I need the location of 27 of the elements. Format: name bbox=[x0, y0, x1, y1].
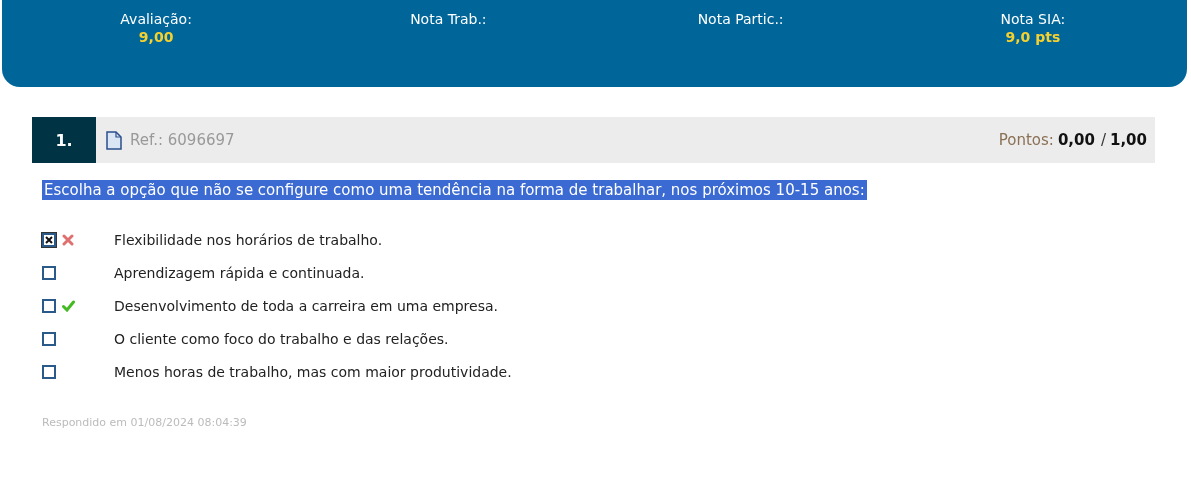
answer-checkbox[interactable] bbox=[42, 332, 56, 346]
question-text: Escolha a opção que não se configure como uma tendência na forma de trabalhar, nos próximos 10-15 anos: bbox=[42, 180, 867, 200]
answer-option: Flexibilidade nos horários de trabalho. bbox=[114, 232, 383, 248]
grade-value: 9,0 pts bbox=[1005, 28, 1061, 46]
answer-option: Menos horas de trabalho, mas com maior produtividade. bbox=[114, 364, 512, 380]
answer-checkbox[interactable] bbox=[42, 299, 56, 313]
answer-checkbox[interactable] bbox=[42, 233, 56, 247]
grade-value: 9,00 bbox=[138, 28, 174, 46]
answer-checkbox[interactable] bbox=[42, 365, 56, 379]
points-total: 1,00 bbox=[1110, 131, 1147, 149]
points-separator: / bbox=[1100, 131, 1106, 149]
check-icon bbox=[62, 300, 75, 312]
answer-option: O cliente como foco do trabalho e das relações. bbox=[114, 331, 449, 347]
document-icon bbox=[106, 130, 122, 150]
grade-label: Nota SIA: bbox=[1000, 10, 1066, 28]
question-ref: Ref.: 6096697 bbox=[130, 131, 235, 149]
points-label: Pontos: bbox=[998, 131, 1054, 149]
grade-label: Nota Partic.: bbox=[697, 10, 784, 28]
grade-label: Nota Trab.: bbox=[410, 10, 487, 28]
answer-option: Aprendizagem rápida e continuada. bbox=[114, 265, 365, 281]
grade-label: Avaliação: bbox=[120, 10, 192, 28]
answer-checkbox[interactable] bbox=[42, 266, 56, 280]
question-number: 1. bbox=[32, 117, 96, 163]
answer-option: Desenvolvimento de toda a carreira em uma empresa. bbox=[114, 298, 498, 314]
cross-icon bbox=[62, 234, 74, 246]
points-score: 0,00 bbox=[1057, 131, 1095, 149]
answered-timestamp: Respondido em 01/08/2024 08:04:39 bbox=[42, 416, 248, 429]
